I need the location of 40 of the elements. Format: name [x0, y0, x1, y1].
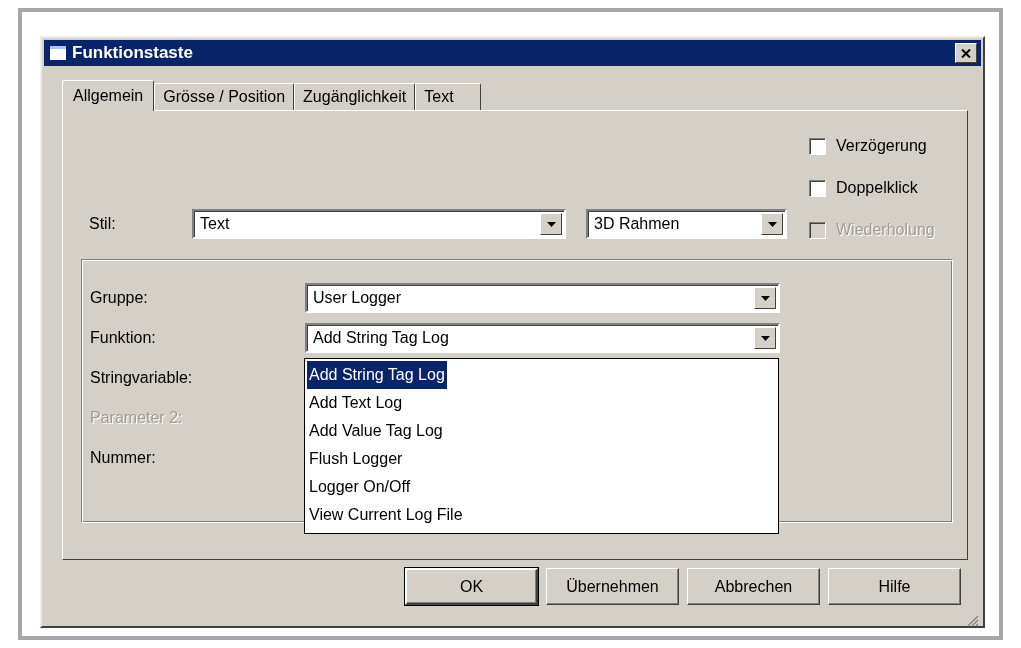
- tab[interactable]: Allgemein: [62, 80, 155, 111]
- close-icon: [961, 48, 971, 58]
- close-button[interactable]: [955, 43, 977, 63]
- dropdown-button[interactable]: [754, 287, 776, 309]
- caret-icon: [546, 221, 556, 227]
- tab[interactable]: Zugänglichkeit: [294, 83, 416, 110]
- checkbox-label: Verzögerung: [836, 137, 927, 155]
- field-label: Stringvariable:: [90, 369, 194, 387]
- dialog-button[interactable]: OK: [405, 568, 538, 605]
- dialog-button[interactable]: Übernehmen: [546, 568, 679, 605]
- dropdown-option[interactable]: Add Text Log: [307, 389, 405, 417]
- dropdown-button[interactable]: [754, 327, 776, 349]
- dropdown-option[interactable]: View Current Log File: [307, 501, 465, 529]
- dropdown-option[interactable]: Flush Logger: [307, 445, 405, 473]
- window-title: Funktionstaste: [72, 43, 194, 63]
- dropdown-option[interactable]: Add String Tag Log: [307, 361, 447, 389]
- caret-icon: [760, 295, 770, 301]
- dropdown-option[interactable]: Add Value Tag Log: [307, 417, 445, 445]
- dialog-button[interactable]: Hilfe: [828, 568, 961, 605]
- field-label: Nummer:: [90, 449, 157, 467]
- dropdown-button[interactable]: [540, 213, 562, 235]
- checkbox[interactable]: [809, 137, 826, 155]
- window-icon: [50, 46, 66, 60]
- checkbox[interactable]: [809, 179, 826, 197]
- resize-grip-icon: [967, 615, 979, 627]
- combo-box[interactable]: User Logger: [305, 283, 780, 313]
- checkbox-label: Doppelklick: [836, 179, 918, 197]
- caret-icon: [760, 335, 770, 341]
- dialog-button[interactable]: Abbrechen: [687, 568, 820, 605]
- caret-icon: [767, 221, 777, 227]
- dropdown-button[interactable]: [761, 213, 783, 235]
- style-label: Stil:: [88, 215, 117, 233]
- dropdown-option[interactable]: Logger On/Off: [307, 473, 413, 501]
- field-label: Funktion:: [90, 329, 157, 347]
- combo-box[interactable]: Add String Tag Log: [305, 323, 780, 353]
- field-label: Gruppe:: [90, 289, 149, 307]
- tab[interactable]: Grösse / Position: [154, 83, 295, 110]
- style-dropdown[interactable]: Text: [192, 209, 566, 239]
- tab[interactable]: Text: [415, 83, 481, 110]
- frame-dropdown[interactable]: 3D Rahmen: [586, 209, 787, 239]
